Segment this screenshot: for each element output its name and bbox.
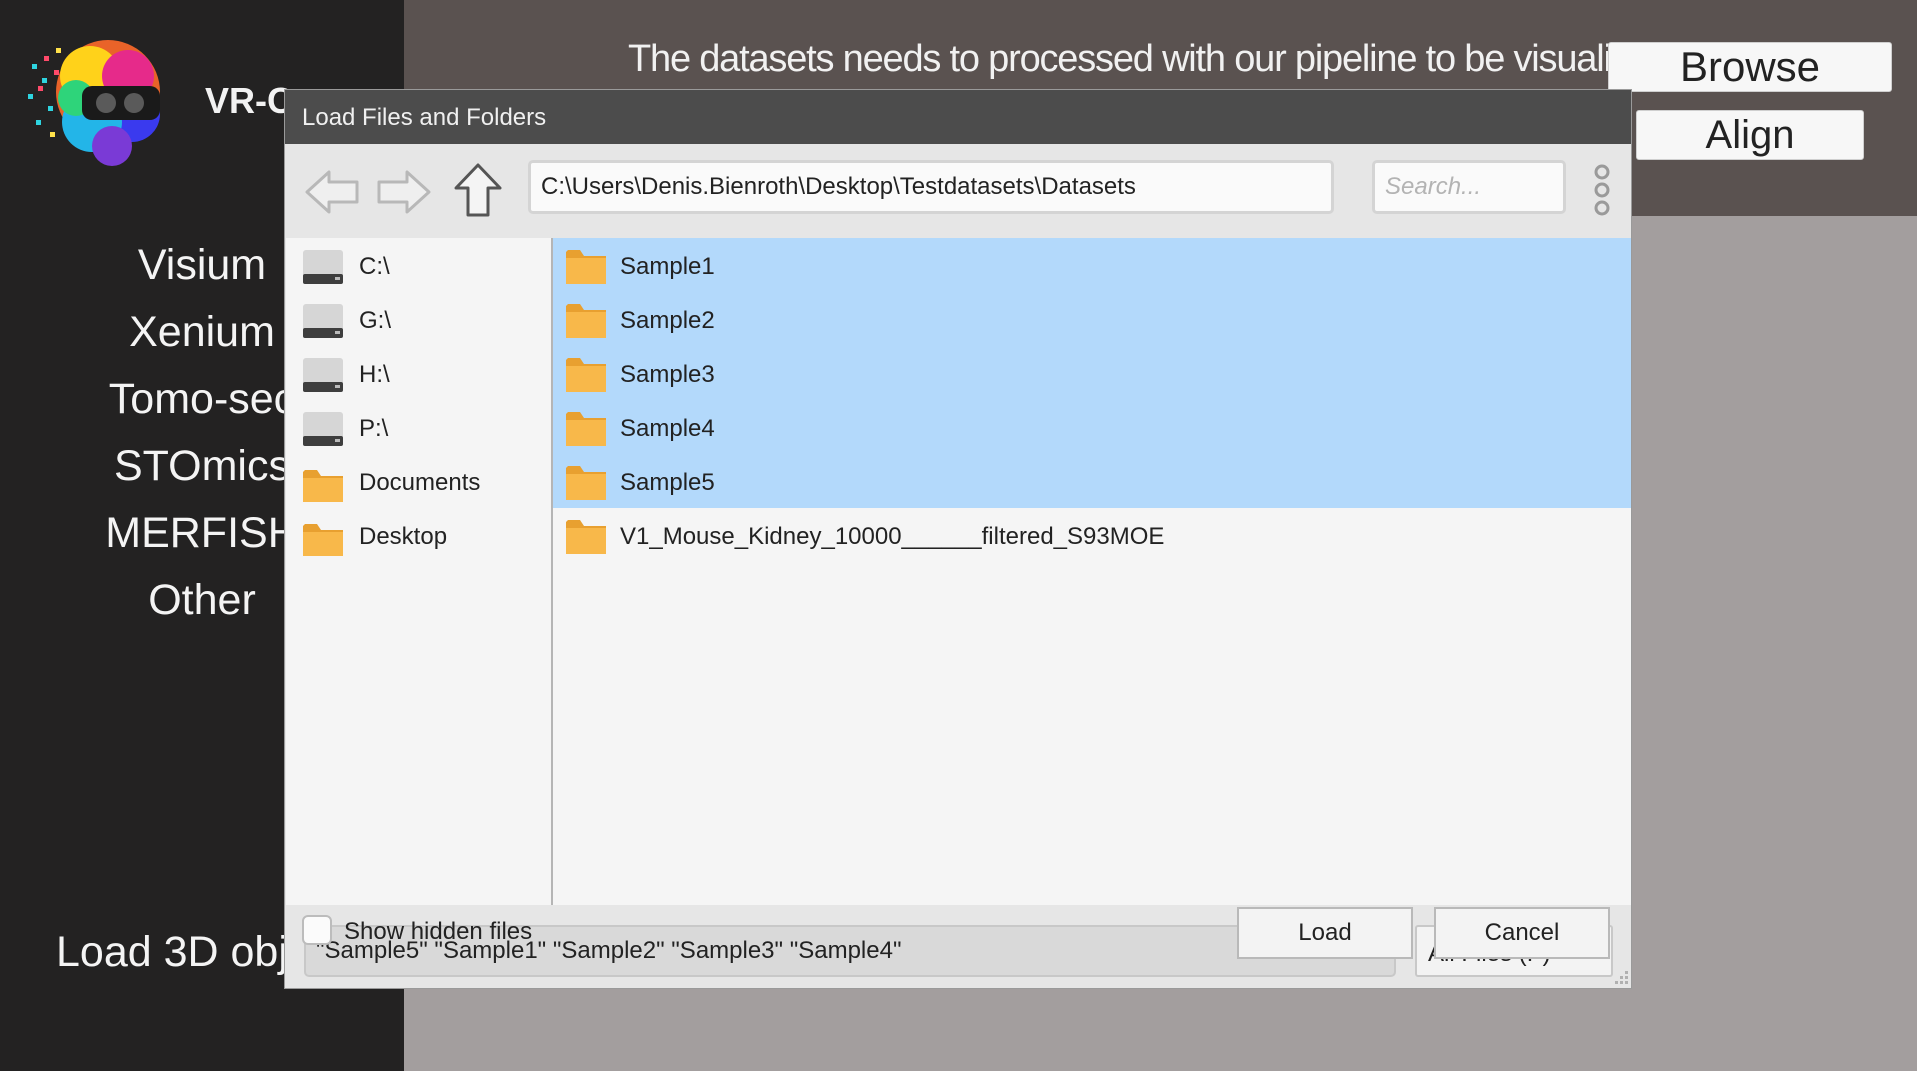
folder-icon <box>566 412 606 446</box>
place-item-g[interactable]: G:\ <box>286 292 551 346</box>
dialog-title: Load Files and Folders <box>302 104 547 131</box>
place-label: H:\ <box>359 361 390 388</box>
place-item-c[interactable]: C:\ <box>286 238 551 292</box>
load-files-dialog: Load Files and Folders C:\Users\Denis.Bi… <box>285 90 1631 988</box>
place-item-h[interactable]: H:\ <box>286 346 551 400</box>
load-button[interactable]: Load <box>1237 907 1413 959</box>
place-item-documents[interactable]: Documents <box>286 454 551 508</box>
dialog-toolbar <box>285 144 1631 238</box>
app-logo <box>28 40 160 166</box>
place-label: G:\ <box>359 307 392 334</box>
folder-icon <box>566 466 606 500</box>
resize-grip-icon[interactable] <box>1608 966 1630 988</box>
file-row[interactable]: V1_Mouse_Kidney_10000______filtered_S93M… <box>553 508 1631 562</box>
folder-icon <box>566 358 606 392</box>
up-arrow-icon[interactable] <box>448 162 508 218</box>
place-label: C:\ <box>359 253 390 280</box>
drive-icon <box>303 412 343 446</box>
file-label: Sample3 <box>620 361 715 388</box>
file-list: Sample1 Sample2 Sample3 Sample4 Sample5 <box>553 238 1631 905</box>
place-label: Desktop <box>359 523 448 550</box>
path-input[interactable] <box>528 160 1334 214</box>
folder-icon <box>303 524 343 556</box>
file-label: Sample1 <box>620 253 715 280</box>
dialog-titlebar[interactable]: Load Files and Folders <box>285 90 1631 144</box>
browse-button[interactable]: Browse <box>1608 42 1892 92</box>
folder-icon <box>303 470 343 502</box>
file-row[interactable]: Sample1 <box>553 238 1631 292</box>
back-arrow-icon[interactable] <box>303 164 363 220</box>
drive-icon <box>303 304 343 338</box>
folder-icon <box>566 250 606 284</box>
place-label: Documents <box>359 469 481 496</box>
load-3d-object-button[interactable]: Load 3D obj <box>56 928 288 977</box>
align-button[interactable]: Align <box>1636 110 1864 160</box>
places-pane: C:\ G:\ H:\ P:\ Documents Desktop <box>286 238 553 905</box>
file-row[interactable]: Sample2 <box>553 292 1631 346</box>
folder-icon <box>566 520 606 554</box>
folder-icon <box>566 304 606 338</box>
place-label: P:\ <box>359 415 389 442</box>
place-item-p[interactable]: P:\ <box>286 400 551 454</box>
file-label: V1_Mouse_Kidney_10000______filtered_S93M… <box>620 523 1165 550</box>
show-hidden-label: Show hidden files <box>344 918 533 945</box>
cancel-button[interactable]: Cancel <box>1434 907 1610 959</box>
file-row[interactable]: Sample4 <box>553 400 1631 454</box>
place-item-desktop[interactable]: Desktop <box>286 508 551 562</box>
search-input[interactable] <box>1372 160 1566 214</box>
file-label: Sample5 <box>620 469 715 496</box>
more-options-icon[interactable] <box>1589 162 1615 218</box>
file-row[interactable]: Sample5 <box>553 454 1631 508</box>
pipeline-info-text: The datasets needs to processed with our… <box>628 38 1670 80</box>
drive-icon <box>303 358 343 392</box>
file-label: Sample4 <box>620 415 715 442</box>
forward-arrow-icon[interactable] <box>373 164 433 220</box>
file-label: Sample2 <box>620 307 715 334</box>
app-title: VR-C <box>205 80 293 121</box>
file-row[interactable]: Sample3 <box>553 346 1631 400</box>
drive-icon <box>303 250 343 284</box>
show-hidden-checkbox[interactable] <box>302 915 332 945</box>
